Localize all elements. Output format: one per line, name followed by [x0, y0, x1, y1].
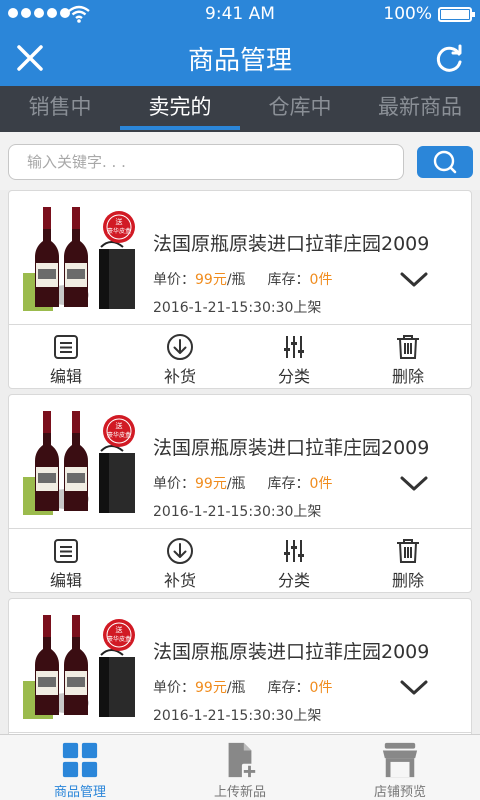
- delete-button[interactable]: 删除: [351, 325, 465, 389]
- grid-icon: [62, 742, 98, 778]
- tab-bar: 销售中 卖完的 仓库中 最新商品: [0, 86, 480, 132]
- price-value: 99元: [195, 680, 227, 696]
- nav-label: 上传新品: [213, 785, 266, 800]
- battery-percent: 100%: [383, 4, 432, 24]
- restock-label: 补货: [163, 367, 196, 386]
- product-list: 送 豪华皮盒 法国原瓶原装进口拉菲庄园2009 单价：99元/瓶 库存：0件 20…: [0, 190, 480, 734]
- search-button[interactable]: [417, 146, 473, 178]
- promo-badge-line2: 豪华皮盒: [107, 635, 131, 643]
- status-bar: 9:41 AM 100%: [0, 0, 480, 30]
- product-thumbnail: 送 豪华皮盒: [23, 411, 135, 515]
- product-thumbnail: 送 豪华皮盒: [23, 615, 135, 719]
- tab-newest[interactable]: 最新商品: [360, 86, 480, 132]
- stock-label: 库存：: [267, 680, 310, 696]
- store-icon: [382, 742, 418, 778]
- category-icon: [284, 336, 304, 358]
- delete-label: 删除: [391, 571, 424, 590]
- edit-icon: [54, 335, 78, 359]
- promo-badge-line2: 豪华皮盒: [107, 431, 131, 439]
- product-card[interactable]: 送 豪华皮盒 法国原瓶原装进口拉菲庄园2009 单价：99元/瓶 库存：0件 20…: [8, 190, 472, 389]
- promo-badge-line1: 送: [116, 217, 123, 226]
- trash-icon: [397, 335, 419, 359]
- card-actions: 编辑 补货 分类: [9, 529, 471, 593]
- restock-icon: [167, 334, 193, 360]
- edit-icon: [54, 539, 78, 563]
- category-label: 分类: [277, 367, 310, 386]
- product-name: 法国原瓶原装进口拉菲庄园2009: [153, 437, 430, 459]
- product-name: 法国原瓶原装进口拉菲庄园2009: [153, 233, 430, 255]
- tab-sold-out[interactable]: 卖完的: [120, 86, 240, 132]
- edit-button[interactable]: 编辑: [9, 325, 123, 389]
- restock-label: 补货: [163, 571, 196, 590]
- nav-label: 商品管理: [53, 785, 106, 800]
- product-card[interactable]: 送 豪华皮盒 法国原瓶原装进口拉菲庄园2009 单价：99元/瓶 库存：0件 20…: [8, 394, 472, 593]
- search-icon: [433, 150, 457, 174]
- nav-label: 店铺预览: [373, 785, 426, 800]
- restock-button[interactable]: 补货: [123, 529, 237, 593]
- search-bar: [0, 132, 480, 190]
- listed-date: 2016-1-21-15:30:30上架: [153, 708, 322, 724]
- page-title: 商品管理: [187, 46, 292, 76]
- upload-file-icon: [228, 742, 258, 779]
- chevron-down-icon[interactable]: [399, 269, 429, 289]
- stock-label: 库存：: [267, 272, 310, 288]
- price-unit: /瓶: [226, 272, 246, 288]
- nav-store-preview[interactable]: 店铺预览: [320, 735, 480, 800]
- edit-button[interactable]: 编辑: [9, 529, 123, 593]
- chevron-down-icon[interactable]: [399, 473, 429, 493]
- listed-date: 2016-1-21-15:30:30上架: [153, 300, 322, 316]
- chevron-down-icon[interactable]: [399, 677, 429, 697]
- product-meta: 单价：99元/瓶 库存：0件: [153, 269, 332, 289]
- price-unit: /瓶: [226, 680, 246, 696]
- price-label: 单价：: [153, 680, 195, 696]
- battery-icon: [438, 7, 475, 22]
- promo-badge-line2: 豪华皮盒: [107, 227, 131, 235]
- category-label: 分类: [277, 571, 310, 590]
- price-label: 单价：: [153, 476, 195, 492]
- stock-value: 0件: [309, 272, 333, 288]
- price-label: 单价：: [153, 272, 195, 288]
- card-actions: 编辑 补货 分类: [9, 325, 471, 389]
- price-value: 99元: [195, 272, 227, 288]
- nav-product-management[interactable]: 商品管理: [0, 735, 160, 800]
- tab-on-sale[interactable]: 销售中: [0, 86, 120, 132]
- restock-icon: [167, 538, 193, 564]
- category-icon: [284, 540, 304, 562]
- bottom-nav: 商品管理 上传新品 店铺预览: [0, 734, 480, 800]
- delete-button[interactable]: 删除: [351, 529, 465, 593]
- product-card[interactable]: 送 豪华皮盒 法国原瓶原装进口拉菲庄园2009 单价：99元/瓶 库存：0件 20…: [8, 598, 472, 734]
- promo-badge-line1: 送: [116, 421, 123, 430]
- stock-label: 库存：: [267, 476, 310, 492]
- refresh-icon[interactable]: [434, 42, 466, 74]
- delete-label: 删除: [391, 367, 424, 386]
- nav-upload-new[interactable]: 上传新品: [160, 735, 320, 800]
- price-unit: /瓶: [226, 476, 246, 492]
- restock-button[interactable]: 补货: [123, 325, 237, 389]
- promo-badge-line1: 送: [116, 625, 123, 634]
- search-input[interactable]: [8, 144, 404, 180]
- product-meta: 单价：99元/瓶 库存：0件: [153, 473, 332, 493]
- product-meta: 单价：99元/瓶 库存：0件: [153, 677, 332, 697]
- trash-icon: [397, 539, 419, 563]
- listed-date: 2016-1-21-15:30:30上架: [153, 504, 322, 520]
- product-name: 法国原瓶原装进口拉菲庄园2009: [153, 641, 430, 663]
- edit-label: 编辑: [49, 571, 82, 590]
- price-value: 99元: [195, 476, 227, 492]
- tab-warehouse[interactable]: 仓库中: [240, 86, 360, 132]
- category-button[interactable]: 分类: [237, 325, 351, 389]
- stock-value: 0件: [309, 680, 333, 696]
- edit-label: 编辑: [49, 367, 82, 386]
- category-button[interactable]: 分类: [237, 529, 351, 593]
- header: 商品管理: [0, 30, 480, 86]
- product-thumbnail: 送 豪华皮盒: [23, 207, 135, 311]
- stock-value: 0件: [309, 476, 333, 492]
